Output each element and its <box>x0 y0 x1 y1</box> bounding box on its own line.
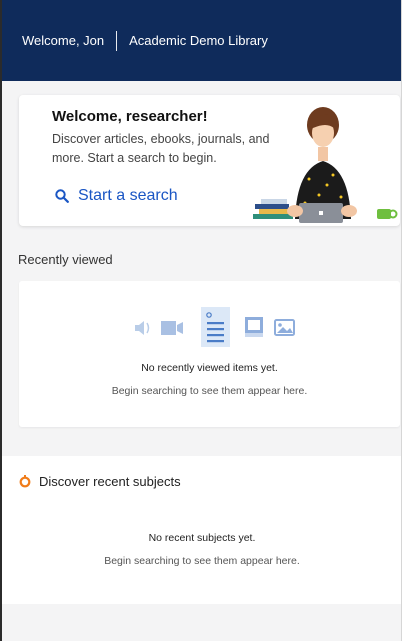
header-divider <box>116 30 118 51</box>
audio-icon <box>135 321 150 335</box>
search-icon <box>55 189 69 203</box>
researcher-illustration <box>253 107 398 223</box>
recent-subjects-empty-hint: Begin searching to see them appear here. <box>104 555 300 567</box>
start-search-label: Start a search <box>78 187 178 204</box>
book-icon <box>245 317 263 337</box>
document-icon <box>201 307 230 347</box>
recently-viewed-heading: Recently viewed <box>18 252 113 267</box>
recent-subjects-heading: Discover recent subjects <box>39 474 181 489</box>
subjects-icon <box>19 475 31 488</box>
image-icon <box>274 319 295 336</box>
start-search-button[interactable]: Start a search <box>55 187 178 205</box>
top-bar: Welcome, Jon Academic Demo Library <box>2 0 401 81</box>
recently-viewed-card: No recently viewed items yet. Begin sear… <box>19 281 400 427</box>
recent-subjects-section: Discover recent subjects No recent subje… <box>2 456 401 604</box>
greeting-link[interactable]: Welcome, Jon <box>22 33 104 48</box>
recent-subjects-empty-title: No recent subjects yet. <box>148 532 256 544</box>
recently-viewed-empty-hint: Begin searching to see them appear here. <box>111 385 308 397</box>
recently-viewed-empty-title: No recently viewed items yet. <box>141 362 278 374</box>
recent-subjects-header: Discover recent subjects <box>19 474 181 489</box>
library-name[interactable]: Academic Demo Library <box>129 33 268 48</box>
media-type-icons <box>135 307 295 347</box>
welcome-card: Welcome, researcher! Discover articles, … <box>19 95 400 226</box>
app-frame: Welcome, Jon Academic Demo Library Welco… <box>0 0 402 641</box>
welcome-title: Welcome, researcher! <box>52 108 208 125</box>
video-icon <box>161 321 183 335</box>
